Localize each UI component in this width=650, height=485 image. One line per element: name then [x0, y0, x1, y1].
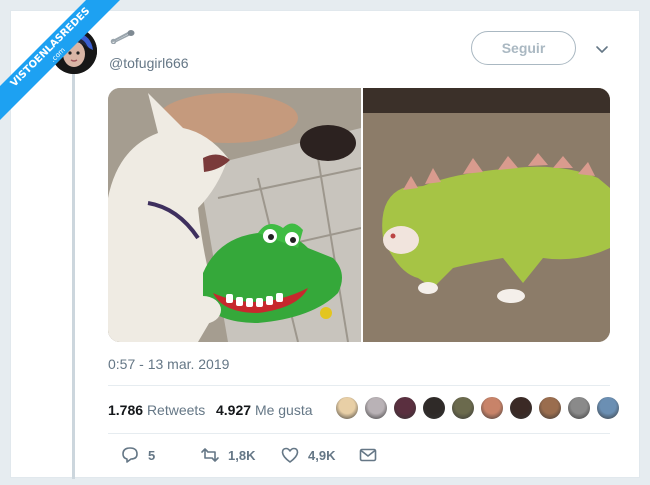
thread-line	[72, 69, 75, 479]
liker-avatar[interactable]	[451, 396, 475, 420]
reply-icon	[122, 447, 138, 463]
tweet-timestamp[interactable]: 0:57 - 13 mar. 2019	[108, 356, 229, 372]
tweet-media[interactable]	[108, 88, 610, 342]
reply-button[interactable]: 5	[120, 445, 155, 465]
liker-avatar[interactable]	[364, 396, 388, 420]
liker-avatar[interactable]	[509, 396, 533, 420]
media-image-left[interactable]	[108, 88, 361, 342]
direct-message-button[interactable]	[358, 445, 378, 465]
media-image-right[interactable]	[363, 88, 610, 342]
likes-label: Me gusta	[254, 402, 313, 418]
tweet-actions: 5 1,8K 4,9K	[108, 445, 610, 469]
liker-avatar[interactable]	[422, 396, 446, 420]
envelope-icon	[359, 448, 377, 462]
liker-avatar[interactable]	[480, 396, 504, 420]
heart-icon	[281, 447, 299, 463]
watermark-text: VISTOENLASREDES	[8, 5, 93, 90]
liker-avatar[interactable]	[538, 396, 562, 420]
liker-avatar[interactable]	[596, 396, 620, 420]
engagement-stats: 1.786 Retweets 4.927 Me gusta	[108, 385, 620, 434]
like-count: 4,9K	[308, 447, 336, 463]
retweets-label: Retweets	[146, 402, 206, 418]
retweet-button[interactable]: 1,8K	[200, 445, 255, 465]
watermark-ribbon: VISTOENLASREDES .com	[0, 0, 130, 130]
liker-avatar[interactable]	[567, 396, 591, 420]
like-button[interactable]: 4,9K	[280, 445, 335, 465]
cat-crocodile-photo	[108, 88, 361, 342]
watermark-sub: .com	[49, 46, 67, 64]
likes-stat[interactable]: 4.927 Me gusta	[216, 402, 313, 418]
retweets-stat[interactable]: 1.786 Retweets	[108, 402, 205, 418]
reply-count: 5	[148, 447, 156, 463]
chevron-down-icon[interactable]	[594, 41, 610, 57]
watermark: VISTOENLASREDES .com	[0, 0, 129, 126]
likes-count: 4.927	[216, 402, 252, 418]
retweet-count: 1,8K	[228, 447, 256, 463]
liker-avatar[interactable]	[393, 396, 417, 420]
liker-avatar[interactable]	[335, 396, 359, 420]
retweet-icon	[201, 448, 219, 462]
follow-button[interactable]: Seguir	[471, 31, 576, 65]
retweets-count: 1.786	[108, 402, 144, 418]
cat-dinosaur-photo	[363, 88, 610, 342]
